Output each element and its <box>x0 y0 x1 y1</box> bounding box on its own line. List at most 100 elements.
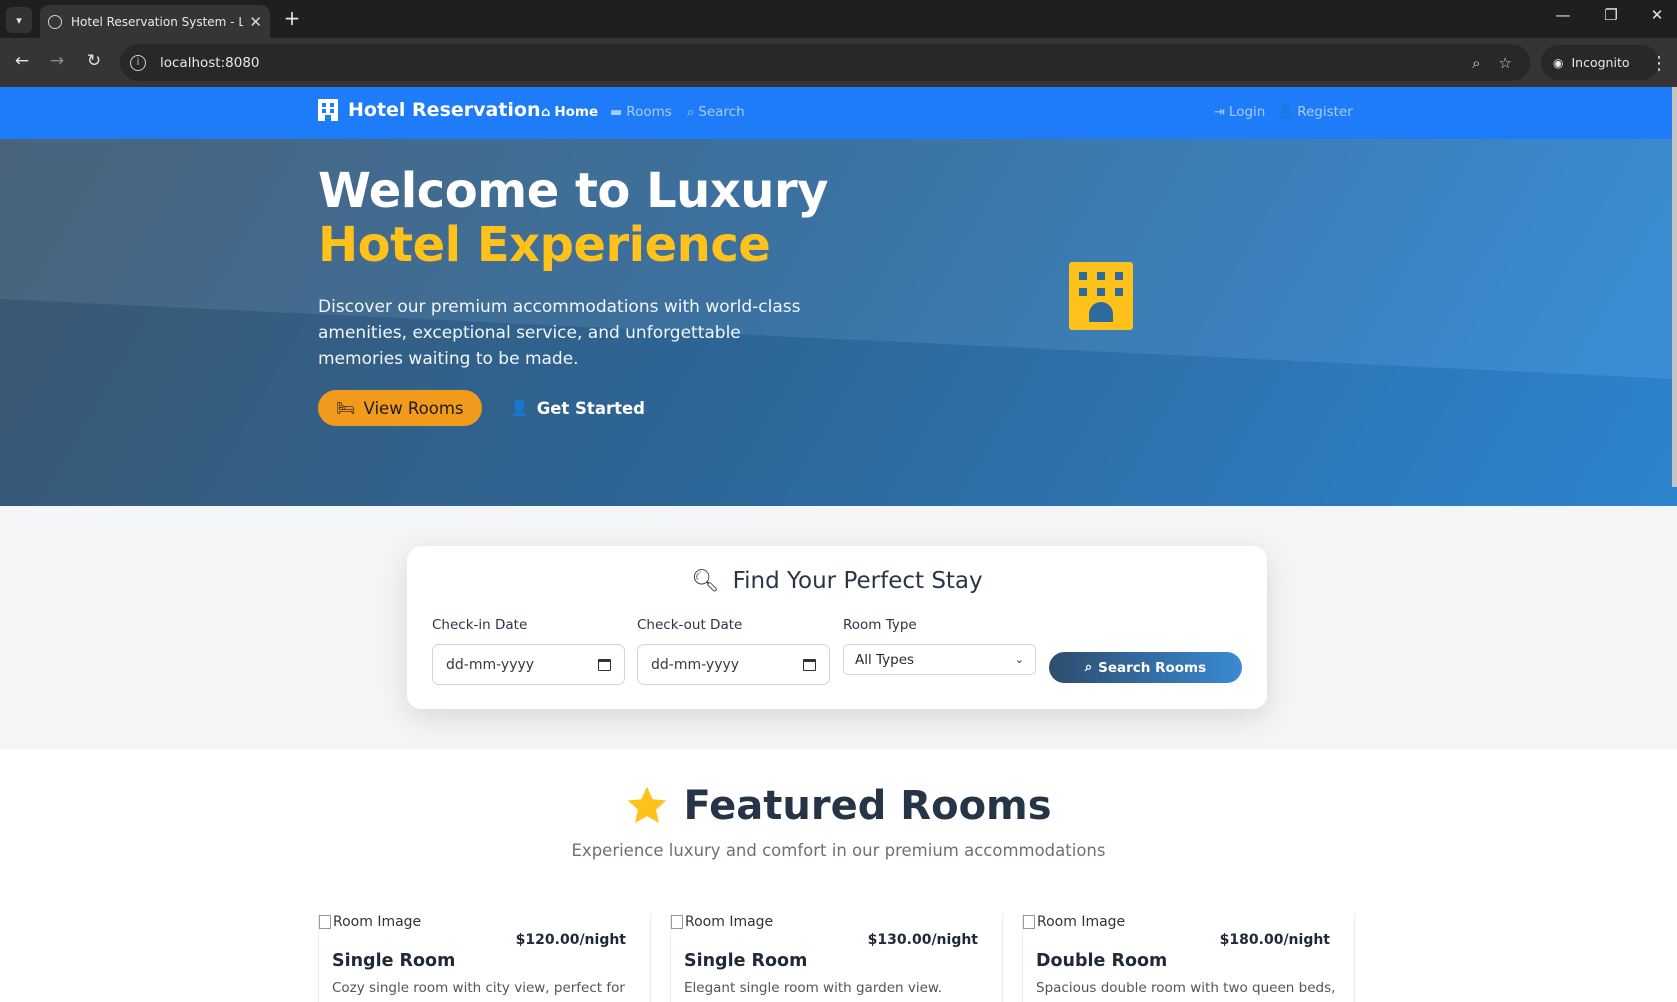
room-card[interactable]: Room Image $120.00/night Single Room Coz… <box>318 914 651 1002</box>
room-price: $120.00/night <box>515 932 626 948</box>
browser-menu-icon[interactable]: ⋮ <box>1650 53 1668 74</box>
url-text[interactable]: localhost:8080 <box>160 55 1472 71</box>
zoom-icon[interactable]: ⌕ <box>1472 54 1480 72</box>
room-price: $180.00/night <box>1219 932 1330 948</box>
checkout-date-value: dd-mm-yyyy <box>651 656 740 673</box>
checkin-label: Check-in Date <box>432 617 528 633</box>
login-icon: ⇥ <box>1214 104 1225 120</box>
hero-title-line2: Hotel Experience <box>318 217 771 273</box>
room-description: Spacious double room with two queen beds… <box>1036 980 1340 1002</box>
checkout-date-input[interactable]: dd-mm-yyyy <box>637 644 830 685</box>
checkout-label: Check-out Date <box>637 617 743 633</box>
browser-tab-strip: ▾ Hotel Reservation System - Luxury Hote… <box>0 0 1677 38</box>
nav-register-label: Register <box>1297 104 1353 120</box>
featured-title-text: Featured Rooms <box>683 783 1052 829</box>
checkin-date-value: dd-mm-yyyy <box>446 656 535 673</box>
room-card[interactable]: Room Image $130.00/night Single Room Ele… <box>670 914 1003 1002</box>
featured-title: Featured Rooms <box>0 783 1677 829</box>
get-started-button[interactable]: 👤 Get Started <box>510 390 645 426</box>
hero-description: Discover our premium accommodations with… <box>318 297 801 369</box>
bookmark-star-icon[interactable]: ☆ <box>1499 54 1512 72</box>
broken-image-icon <box>671 915 683 929</box>
calendar-icon[interactable] <box>803 658 816 671</box>
search-card: 🔍︎ Find Your Perfect Stay Check-in Date … <box>407 546 1267 709</box>
brand-link[interactable]: Hotel Reservation <box>318 99 541 121</box>
room-price: $130.00/night <box>867 932 978 948</box>
room-image[interactable]: Room Image <box>1023 914 1125 930</box>
close-tab-icon[interactable]: ✕ <box>249 13 262 31</box>
browser-toolbar: ← → ↻ i localhost:8080 ⌕ ☆ ◉ Incognito ⋮ <box>0 38 1677 87</box>
room-type-value: All Types <box>855 651 915 668</box>
hotel-logo-icon <box>318 99 338 121</box>
room-name: Single Room <box>684 951 808 971</box>
search-icon: ⌕ <box>687 104 695 120</box>
room-image[interactable]: Room Image <box>671 914 773 930</box>
room-image[interactable]: Room Image <box>319 914 421 930</box>
search-title-text: Find Your Perfect Stay <box>732 568 983 594</box>
bed-icon: 🛏 <box>336 399 356 417</box>
chevron-down-icon: ▾ <box>16 13 22 27</box>
home-icon: ⌂ <box>541 104 551 120</box>
chevron-down-icon: ⌄ <box>1014 653 1024 666</box>
nav-register[interactable]: 👤 Register <box>1277 104 1353 120</box>
hero-section: Welcome to Luxury Hotel Experience Disco… <box>0 139 1677 506</box>
checkin-date-input[interactable]: dd-mm-yyyy <box>432 644 625 685</box>
incognito-icon: ◉ <box>1553 55 1564 70</box>
calendar-icon[interactable] <box>598 658 611 671</box>
nav-search-label: Search <box>698 104 745 120</box>
tab-title: Hotel Reservation System - Luxury Hotel … <box>71 14 244 29</box>
browser-tab[interactable]: Hotel Reservation System - Luxury Hotel … <box>40 5 270 38</box>
nav-rooms-label: Rooms <box>626 104 672 120</box>
room-type-select[interactable]: All Types ⌄ <box>843 644 1036 675</box>
back-icon[interactable]: ← <box>10 51 34 71</box>
hotel-building-icon <box>1069 262 1133 330</box>
hero-title-line1: Welcome to Luxury <box>318 163 828 219</box>
site-navbar: Hotel Reservation ⌂ Home ▬ Rooms ⌕ Searc… <box>0 87 1677 139</box>
globe-icon <box>48 14 62 29</box>
user-plus-icon: 👤 <box>510 399 529 417</box>
view-rooms-button[interactable]: 🛏 View Rooms <box>318 390 482 426</box>
search-icon: ⌕ <box>1084 660 1093 675</box>
search-rooms-button[interactable]: ⌕ Search Rooms <box>1049 652 1242 683</box>
nav-home[interactable]: ⌂ Home <box>541 104 598 120</box>
room-image-alt: Room Image <box>1037 914 1126 930</box>
featured-subtitle: Experience luxury and comfort in our pre… <box>571 841 1106 860</box>
address-bar[interactable]: i localhost:8080 ⌕ ☆ <box>120 44 1530 81</box>
incognito-label: Incognito <box>1571 55 1630 70</box>
search-rooms-label: Search Rooms <box>1098 659 1207 676</box>
search-icon: 🔍︎ <box>691 569 720 594</box>
nav-home-label: Home <box>554 104 599 120</box>
room-description: Elegant single room with garden view. In… <box>684 980 942 1002</box>
reload-icon[interactable]: ↻ <box>82 51 106 71</box>
search-title: 🔍︎ Find Your Perfect Stay <box>407 568 1267 594</box>
incognito-badge[interactable]: ◉ Incognito <box>1541 45 1659 80</box>
nav-search[interactable]: ⌕ Search <box>687 104 745 120</box>
broken-image-icon <box>319 915 331 929</box>
star-icon <box>628 786 667 824</box>
nav-login[interactable]: ⇥ Login <box>1214 104 1265 120</box>
bed-icon: ▬ <box>610 104 623 120</box>
site-info-icon[interactable]: i <box>130 54 146 71</box>
hero-background-shape <box>0 139 1677 506</box>
room-card[interactable]: Room Image $180.00/night Double Room Spa… <box>1022 914 1355 1002</box>
page-scrollbar[interactable] <box>1672 87 1677 487</box>
close-window-icon[interactable]: ✕ <box>1647 6 1667 24</box>
nav-login-label: Login <box>1228 104 1266 120</box>
view-rooms-label: View Rooms <box>363 398 464 418</box>
restore-icon[interactable]: ❐ <box>1601 6 1621 24</box>
room-name: Double Room <box>1036 951 1168 971</box>
broken-image-icon <box>1023 915 1035 929</box>
search-section: 🔍︎ Find Your Perfect Stay Check-in Date … <box>0 506 1677 749</box>
tab-list-button[interactable]: ▾ <box>6 7 32 33</box>
forward-icon[interactable]: → <box>45 51 69 71</box>
room-image-alt: Room Image <box>685 914 774 930</box>
minimize-icon[interactable]: — <box>1553 6 1573 24</box>
featured-section: Featured Rooms Experience luxury and com… <box>0 749 1677 1002</box>
user-plus-icon: 👤 <box>1277 104 1294 120</box>
room-description: Cozy single room with city view, perfect… <box>332 980 625 1002</box>
brand-name: Hotel Reservation <box>348 99 541 121</box>
hero-title: Welcome to Luxury Hotel Experience <box>318 164 828 272</box>
nav-rooms[interactable]: ▬ Rooms <box>610 104 672 120</box>
get-started-label: Get Started <box>536 398 645 418</box>
new-tab-button[interactable]: + <box>280 6 304 30</box>
